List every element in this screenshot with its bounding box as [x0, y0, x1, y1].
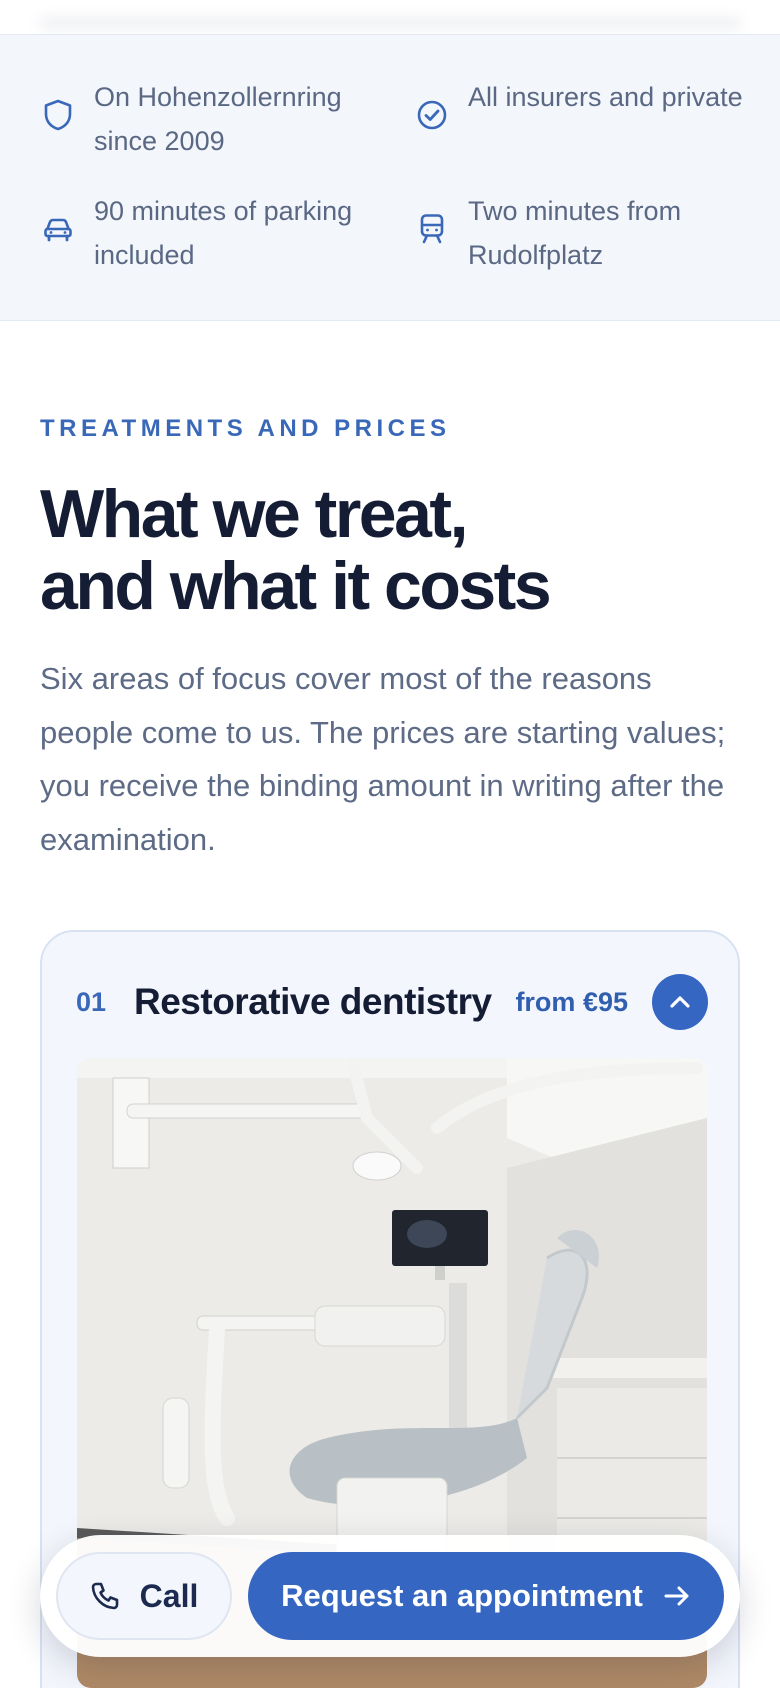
feature-strip: On Hohenzollernring since 2009 All insur…: [0, 34, 780, 321]
feature-insurers: All insurers and private: [414, 75, 748, 133]
section-heading: What we treat, and what it costs: [40, 478, 740, 622]
check-circle-icon: [414, 97, 450, 133]
section-heading-line-1: What we treat,: [40, 476, 468, 552]
request-appointment-button[interactable]: Request an appointment: [248, 1552, 724, 1640]
section-heading-line-2: and what it costs: [40, 548, 552, 624]
tram-icon: [414, 211, 450, 247]
feature-location: On Hohenzollernring since 2009: [40, 75, 374, 163]
feature-transit-text: Two minutes from Rudolfplatz: [468, 196, 682, 270]
collapse-toggle-button[interactable]: [652, 974, 708, 1030]
call-button[interactable]: Call: [56, 1552, 232, 1640]
car-icon: [40, 211, 76, 247]
feature-parking-text: 90 minutes of parking included: [94, 196, 353, 270]
sticky-action-bar: Call Request an appointment: [40, 1535, 740, 1657]
arrow-right-icon: [664, 1586, 689, 1606]
feature-location-text: On Hohenzollernring since 2009: [94, 82, 342, 156]
shield-icon: [40, 97, 76, 133]
feature-transit: Two minutes from Rudolfplatz: [414, 189, 748, 277]
chevron-up-icon: [670, 996, 690, 1008]
treatment-number: 01: [76, 986, 107, 1017]
header-shadow: [0, 0, 780, 34]
treatment-title: Restorative dentistry: [134, 981, 492, 1022]
feature-insurers-text: All insurers and private: [468, 82, 743, 112]
section-eyebrow: TREATMENTS AND PRICES: [40, 415, 451, 442]
treatment-price: from €95: [515, 986, 628, 1017]
section-intro: Six areas of focus cover most of the rea…: [40, 661, 726, 857]
phone-icon: [91, 1582, 118, 1610]
feature-parking: 90 minutes of parking included: [40, 189, 374, 277]
call-button-label: Call: [139, 1577, 199, 1614]
request-appointment-label: Request an appointment: [281, 1578, 643, 1613]
treatment-card-header[interactable]: 01 Restorative dentistry from €95: [76, 972, 708, 1032]
